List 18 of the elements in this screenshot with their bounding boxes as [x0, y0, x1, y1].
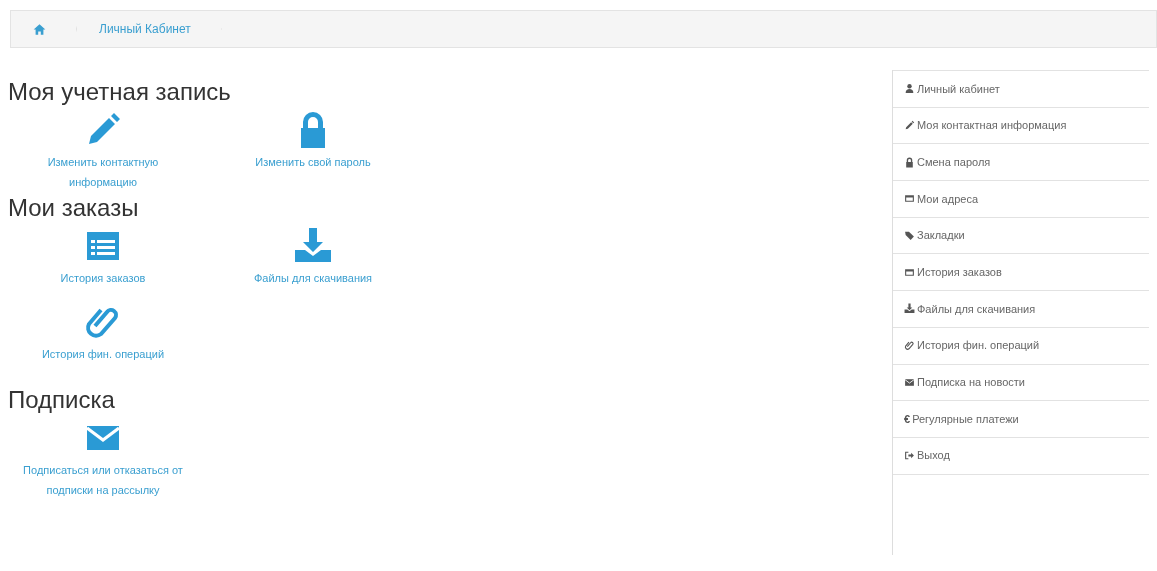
lock-icon	[904, 156, 915, 168]
envelope-icon	[904, 376, 915, 388]
account-link[interactable]: Подписаться или отказаться от подписки на рассылку	[18, 460, 188, 500]
home-icon	[33, 22, 46, 36]
tag-icon	[904, 230, 915, 242]
paperclip-icon	[904, 340, 915, 352]
section-heading: Мои заказы	[8, 194, 140, 222]
user-icon	[904, 83, 915, 95]
download-icon	[904, 303, 915, 315]
card-icon	[904, 266, 915, 278]
euro-icon: €	[904, 410, 911, 428]
pencil-icon	[904, 120, 915, 132]
sign-out-icon	[904, 450, 915, 462]
section-heading: Моя учетная запись	[8, 78, 232, 106]
account-link[interactable]: История заказов	[18, 268, 188, 288]
account-link[interactable]: Изменить контактную информацию	[18, 152, 188, 192]
card-icon	[904, 193, 915, 205]
section-heading: Подписка	[8, 386, 116, 414]
